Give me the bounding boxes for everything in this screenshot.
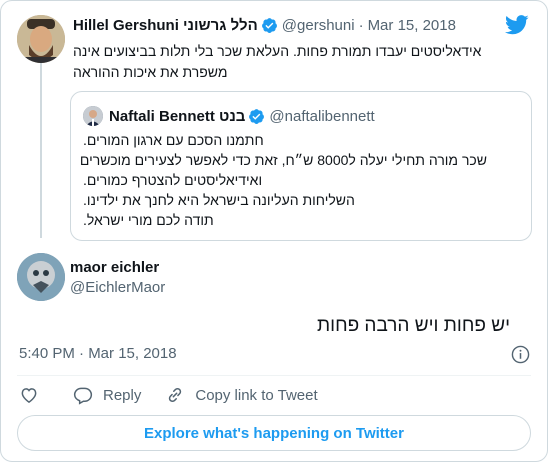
quoted-author-handle[interactable]: @naftalibennett — [269, 108, 374, 125]
quoted-text-line: השליחות העליונה בישראל היא לחנך את ילדינ… — [83, 192, 355, 208]
parent-tweet-text: אידאליסטים יעבדו תמורת פחות. העלאת שכר ב… — [73, 43, 482, 80]
quoted-text-line: ואידיאליסטים להצטרף כמורים. — [83, 172, 263, 188]
copy-link-button[interactable]: Copy link to Tweet — [165, 385, 318, 405]
heart-icon — [21, 388, 37, 403]
explore-twitter-button[interactable]: Explore what's happening on Twitter — [17, 415, 531, 451]
reply-button[interactable]: Reply — [73, 385, 141, 405]
quoted-text-line: תודה לכם מורי ישראל. — [83, 212, 214, 228]
divider — [17, 375, 531, 376]
tweet-embed-card: Hillel Gershuni הלל גרשוני @gershuni · M… — [0, 0, 548, 462]
tweet-timestamp-link[interactable]: 5:40 PM · Mar 15, 2018 — [19, 345, 177, 362]
info-icon[interactable] — [511, 345, 530, 364]
reply-label: Reply — [103, 386, 142, 404]
reply-author-name[interactable]: maor eichler — [70, 259, 159, 276]
verified-badge-icon — [261, 17, 278, 34]
tweet-actions: Reply Copy link to Tweet — [19, 385, 342, 405]
avatar-hillel[interactable] — [17, 15, 65, 63]
separator-dot: · — [358, 17, 364, 34]
verified-badge-icon — [248, 108, 265, 125]
avatar-bennett[interactable] — [83, 106, 103, 126]
quoted-text-line: שכר מורה תחילי יעלה ל8000 ש״ח, זאת כדי ל… — [79, 152, 487, 168]
thread-connector-line — [40, 63, 42, 238]
twitter-bird-icon[interactable] — [504, 15, 529, 35]
parent-date-link[interactable]: Mar 15, 2018 — [368, 17, 456, 34]
parent-author-name[interactable]: Hillel Gershuni הלל גרשוני — [73, 17, 258, 34]
quoted-tweet[interactable]: Naftali Bennett בנט @naftalibennett חתמנ… — [70, 91, 532, 241]
copy-link-label: Copy link to Tweet — [195, 386, 318, 404]
quoted-tweet-text: חתמנו הסכם עם ארגון המורים. שכר מורה תחי… — [79, 130, 487, 230]
reply-icon — [73, 387, 93, 405]
parent-author-handle[interactable]: @gershuni — [282, 17, 355, 34]
link-icon — [169, 387, 182, 403]
like-button[interactable] — [19, 385, 49, 405]
quoted-text-line: חתמנו הסכם עם ארגון המורים. — [83, 132, 264, 148]
avatar-maor[interactable] — [17, 253, 65, 301]
quoted-author-name[interactable]: Naftali Bennett בנט — [109, 108, 245, 125]
reply-author-handle[interactable]: @EichlerMaor — [70, 279, 165, 296]
reply-tweet-text: יש פחות ויש הרבה פחות — [317, 315, 511, 336]
